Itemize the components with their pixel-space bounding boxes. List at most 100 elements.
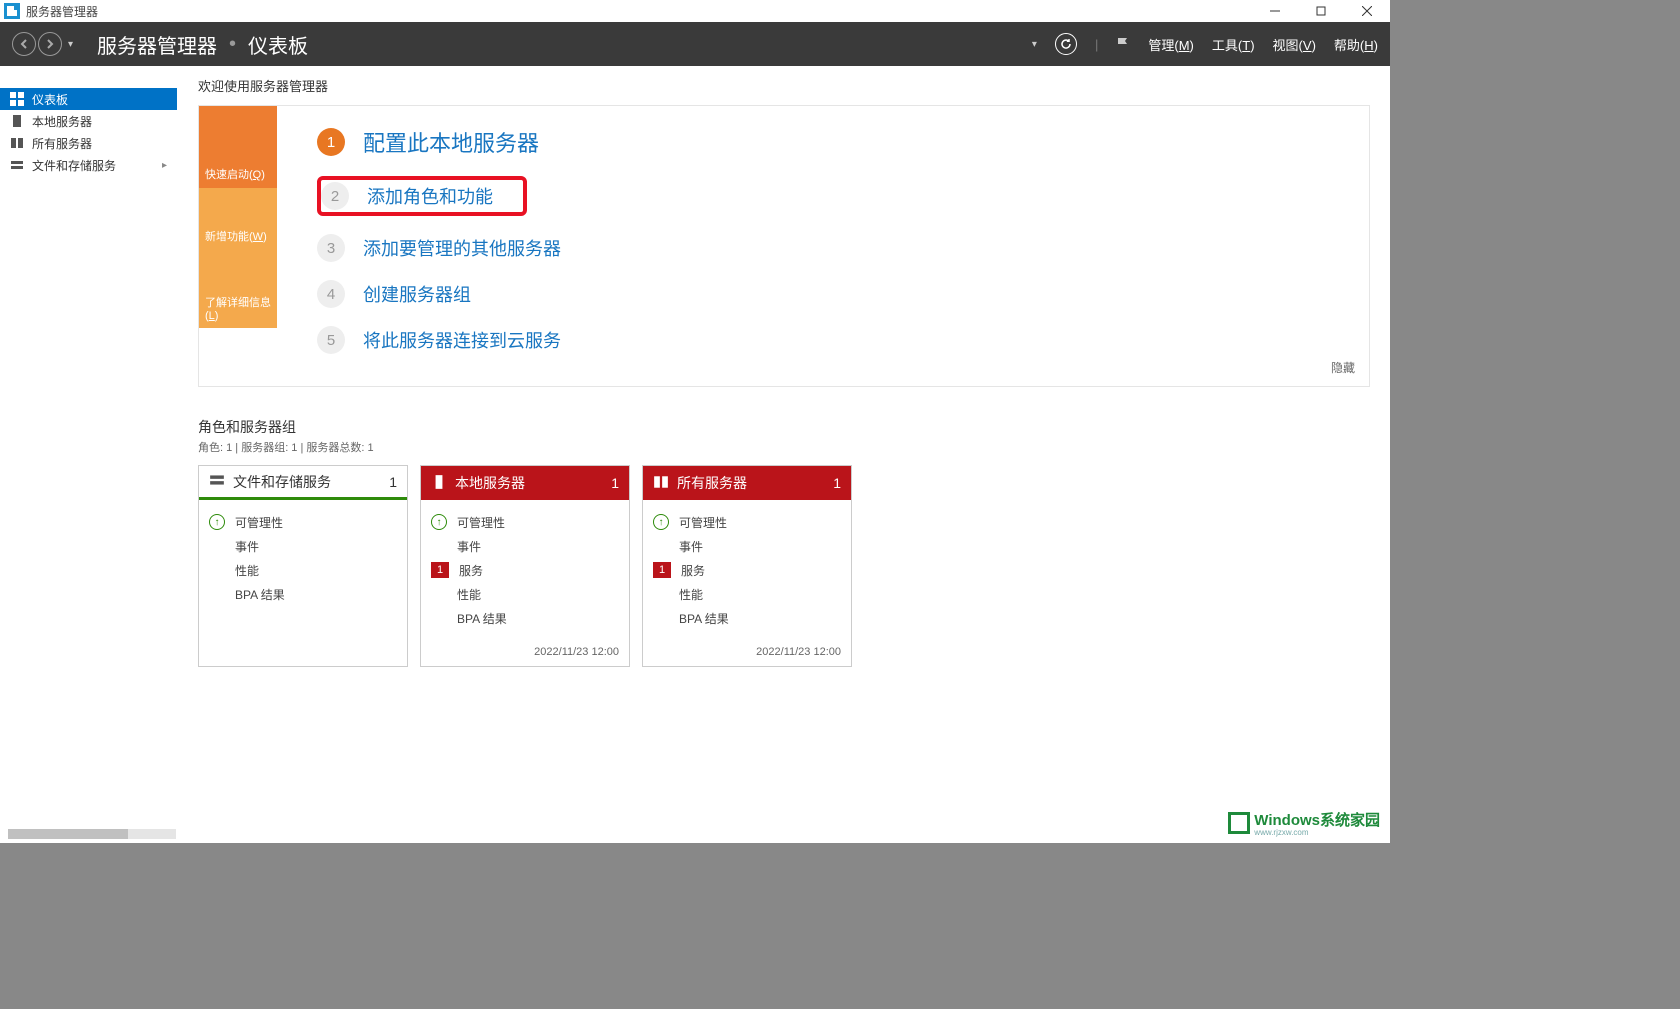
- maximize-button[interactable]: [1298, 0, 1344, 22]
- status-ok-icon: ↑: [653, 514, 669, 530]
- tile-row[interactable]: 事件: [209, 534, 397, 558]
- sidebar-item-label: 仪表板: [32, 91, 68, 108]
- manage-menu[interactable]: 管理(M): [1148, 35, 1194, 54]
- titlebar: 服务器管理器: [0, 0, 1390, 22]
- window-controls: [1252, 0, 1390, 22]
- view-menu[interactable]: 视图(V): [1273, 35, 1316, 54]
- servers-icon: [10, 136, 24, 150]
- whats-new-tab[interactable]: 新增功能(W): [199, 188, 277, 250]
- add-roles-highlight: 2 添加角色和功能: [317, 176, 527, 216]
- roles-section-subtitle: 角色: 1 | 服务器组: 1 | 服务器总数: 1: [198, 439, 1370, 455]
- tile-row[interactable]: ↑可管理性: [653, 510, 841, 534]
- watermark: Windows系统家园 www.rjzxw.com: [1228, 809, 1380, 837]
- tile-all-servers[interactable]: 所有服务器 1 ↑可管理性 事件 1服务 性能 BPA 结果 2022/11/2…: [642, 465, 852, 667]
- step-number: 3: [317, 234, 345, 262]
- tile-row[interactable]: BPA 结果: [653, 606, 841, 630]
- sidebar: 仪表板 本地服务器 所有服务器 文件和存储服务 ▸: [0, 66, 178, 843]
- tile-count: 1: [833, 475, 841, 491]
- tile-count: 1: [389, 474, 397, 490]
- refresh-dropdown-icon[interactable]: ▾: [1032, 39, 1037, 50]
- sidebar-item-label: 文件和存储服务: [32, 157, 116, 174]
- back-button[interactable]: [12, 32, 36, 56]
- forward-button[interactable]: [38, 32, 62, 56]
- tile-row[interactable]: 性能: [653, 582, 841, 606]
- tile-file-storage[interactable]: 文件和存储服务 1 ↑可管理性 事件 性能 BPA 结果: [198, 465, 408, 667]
- role-tiles: 文件和存储服务 1 ↑可管理性 事件 性能 BPA 结果 本地服: [198, 465, 1370, 667]
- alert-badge: 1: [653, 562, 671, 578]
- chevron-right-icon: ▸: [162, 160, 167, 171]
- notifications-flag-icon[interactable]: [1116, 36, 1130, 53]
- alert-badge: 1: [431, 562, 449, 578]
- tile-row[interactable]: 性能: [431, 582, 619, 606]
- tile-footer: 2022/11/23 12:00: [421, 640, 629, 666]
- welcome-panel: 快速启动(Q) 新增功能(W) 了解详细信息(L) 1 配置此本地服务器: [198, 105, 1370, 387]
- servers-icon: [653, 474, 669, 493]
- tile-row[interactable]: 性能: [209, 558, 397, 582]
- status-ok-icon: ↑: [209, 514, 225, 530]
- sidebar-scrollbar[interactable]: [8, 829, 176, 839]
- server-manager-window: 服务器管理器 ▾ 服务器管理器 • 仪表板 ▾ | 管理(M) 工具(T) 视图…: [0, 0, 1390, 843]
- server-icon: [10, 114, 24, 128]
- tile-title: 所有服务器: [677, 473, 747, 493]
- step-cloud-connect[interactable]: 5 将此服务器连接到云服务: [317, 326, 1349, 354]
- tile-body: ↑可管理性 事件 性能 BPA 结果: [199, 500, 407, 652]
- whats-new-label: 新增功能(W): [205, 228, 267, 244]
- sidebar-item-file-storage[interactable]: 文件和存储服务 ▸: [0, 154, 177, 176]
- breadcrumb: 服务器管理器 • 仪表板: [97, 30, 308, 59]
- header-bar: ▾ 服务器管理器 • 仪表板 ▾ | 管理(M) 工具(T) 视图(V) 帮助(…: [0, 22, 1390, 66]
- roles-section-title: 角色和服务器组: [198, 417, 1370, 437]
- step-add-servers[interactable]: 3 添加要管理的其他服务器: [317, 234, 1349, 262]
- sidebar-item-all-servers[interactable]: 所有服务器: [0, 132, 177, 154]
- tile-footer: [199, 652, 407, 666]
- nav-buttons: ▾: [12, 32, 73, 56]
- step-number: 5: [317, 326, 345, 354]
- welcome-steps: 1 配置此本地服务器 2 添加角色和功能 3 添加要管理的其他服务器: [277, 106, 1369, 386]
- sidebar-item-label: 所有服务器: [32, 135, 92, 152]
- close-button[interactable]: [1344, 0, 1390, 22]
- step-number: 4: [317, 280, 345, 308]
- watermark-sub: www.rjzxw.com: [1254, 828, 1380, 837]
- refresh-button[interactable]: [1055, 33, 1077, 55]
- minimize-button[interactable]: [1252, 0, 1298, 22]
- tile-row[interactable]: 事件: [653, 534, 841, 558]
- content-area: 欢迎使用服务器管理器 快速启动(Q) 新增功能(W) 了解详细信息(L) 1: [178, 66, 1390, 843]
- step-number: 2: [321, 182, 349, 210]
- sidebar-item-dashboard[interactable]: 仪表板: [0, 88, 177, 110]
- disk-icon: [10, 158, 24, 172]
- tile-title: 本地服务器: [455, 473, 525, 493]
- tile-row[interactable]: BPA 结果: [209, 582, 397, 606]
- disk-icon: [209, 472, 225, 491]
- app-title: 服务器管理器: [26, 3, 98, 20]
- step-configure-server[interactable]: 1 配置此本地服务器: [317, 126, 1349, 158]
- separator: |: [1095, 37, 1098, 52]
- learn-more-tab[interactable]: 了解详细信息(L): [199, 250, 277, 328]
- learn-more-label: 了解详细信息(L): [205, 294, 271, 322]
- hide-welcome-link[interactable]: 隐藏: [1331, 359, 1355, 376]
- status-ok-icon: ↑: [431, 514, 447, 530]
- help-menu[interactable]: 帮助(H): [1334, 35, 1378, 54]
- tile-row[interactable]: BPA 结果: [431, 606, 619, 630]
- step-link: 添加要管理的其他服务器: [363, 235, 561, 261]
- nav-history-dropdown[interactable]: ▾: [68, 39, 73, 50]
- app-icon: [4, 3, 20, 19]
- welcome-side-tabs: 快速启动(Q) 新增功能(W) 了解详细信息(L): [199, 106, 277, 386]
- breadcrumb-root[interactable]: 服务器管理器: [97, 30, 217, 59]
- tools-menu[interactable]: 工具(T): [1212, 35, 1255, 54]
- tile-row[interactable]: ↑可管理性: [431, 510, 619, 534]
- watermark-icon: [1228, 812, 1250, 834]
- tile-header: 文件和存储服务 1: [199, 466, 407, 500]
- step-create-group[interactable]: 4 创建服务器组: [317, 280, 1349, 308]
- tile-row[interactable]: 1服务: [431, 558, 619, 582]
- quick-start-tab[interactable]: 快速启动(Q): [199, 106, 277, 188]
- watermark-text: Windows系统家园: [1254, 812, 1380, 829]
- step-link: 配置此本地服务器: [363, 126, 539, 158]
- sidebar-item-local-server[interactable]: 本地服务器: [0, 110, 177, 132]
- quick-start-label: 快速启动(Q): [205, 166, 265, 182]
- tile-local-server[interactable]: 本地服务器 1 ↑可管理性 事件 1服务 性能 BPA 结果 2022/11/2…: [420, 465, 630, 667]
- tile-row[interactable]: 1服务: [653, 558, 841, 582]
- tile-row[interactable]: 事件: [431, 534, 619, 558]
- tile-row[interactable]: ↑可管理性: [209, 510, 397, 534]
- step-add-roles[interactable]: 2 添加角色和功能: [317, 176, 1349, 216]
- tile-title: 文件和存储服务: [233, 472, 331, 492]
- tile-footer: 2022/11/23 12:00: [643, 640, 851, 666]
